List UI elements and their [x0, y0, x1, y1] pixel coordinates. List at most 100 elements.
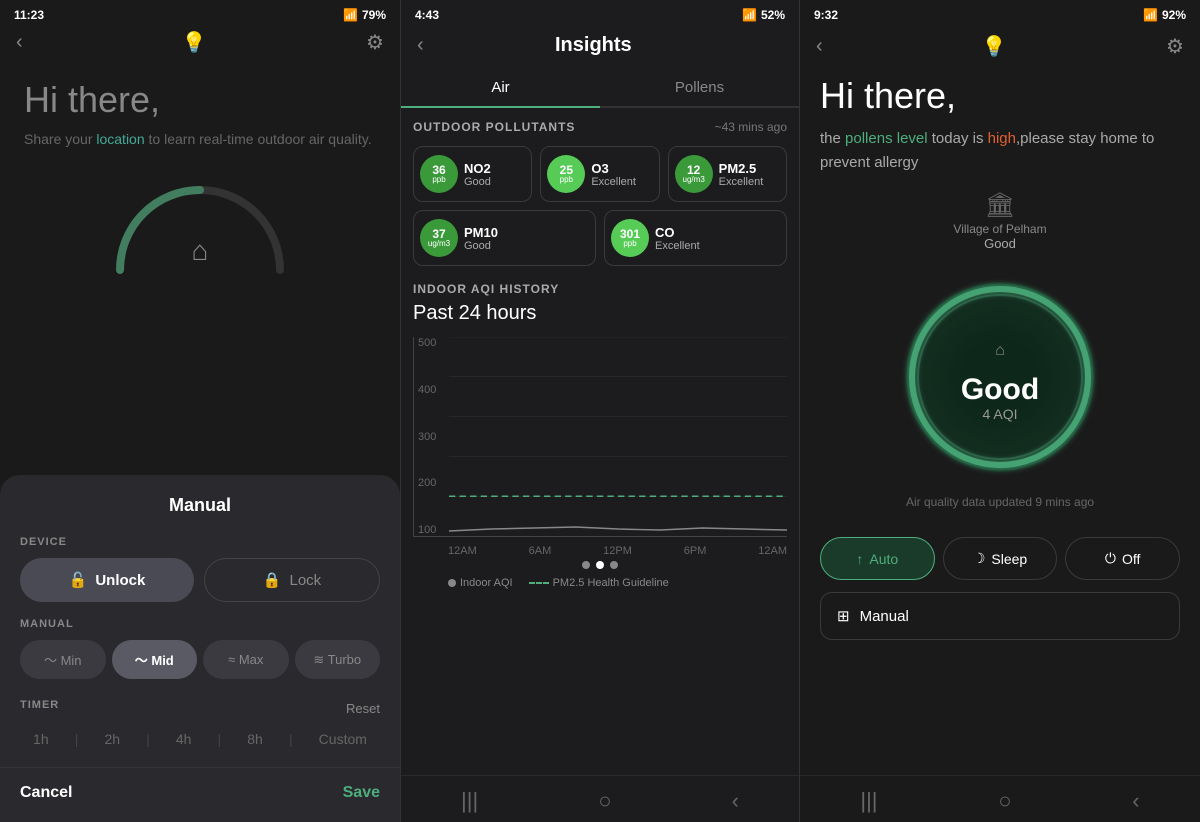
wifi-icon-3: 📶 [1143, 8, 1158, 22]
legend-indoor: Indoor AQI [448, 577, 513, 589]
arc-svg: ⌂ [100, 170, 300, 280]
cancel-button[interactable]: Cancel [20, 784, 72, 802]
nav-home-icon-2[interactable]: ○ [598, 788, 611, 814]
timer-2h[interactable]: 2h [104, 731, 120, 747]
chart-svg [449, 337, 787, 536]
manual-title: Manual [20, 495, 380, 516]
battery-1: 79% [362, 8, 386, 22]
chart-wrapper: 500 400 300 200 100 [413, 337, 787, 557]
chart-dots [413, 561, 787, 569]
lock-icon: 🔒 [263, 571, 282, 589]
circle-no2: 36 ppb [420, 155, 458, 193]
bulb-icon[interactable]: 💡 [182, 30, 207, 55]
dot-1 [582, 561, 590, 569]
tab-pollens[interactable]: Pollens [600, 69, 799, 106]
lock-button[interactable]: 🔒 Lock [204, 558, 380, 602]
bulb-icon-3[interactable]: 💡 [982, 34, 1007, 59]
svg-text:Good: Good [961, 373, 1039, 406]
panel-insights: 4:43 📶 52% ‹ Insights Air Pollens OUTDOO… [400, 0, 800, 822]
auto-icon: ↑ [856, 551, 863, 567]
manual-drawer: Manual DEVICE 🔓 Unlock 🔒 Lock MANUAL 〜 M… [0, 475, 400, 822]
time-2: 4:43 [415, 8, 439, 22]
nav-lines-icon-2[interactable]: ||| [461, 788, 478, 814]
circle-pm10: 37 ug/m3 [420, 219, 458, 257]
co-name: CO [655, 225, 700, 240]
back-icon-3[interactable]: ‹ [816, 35, 823, 58]
statusbar-1: 11:23 📶 79% [0, 0, 400, 26]
settings-icon[interactable]: ⚙ [366, 30, 384, 55]
x-6am: 6AM [529, 545, 552, 557]
pollutant-o3: 25 ppb O3 Excellent [540, 146, 659, 202]
dot-2 [596, 561, 604, 569]
settings-icon-3[interactable]: ⚙ [1166, 34, 1184, 59]
pollutant-pm10: 37 ug/m3 PM10 Good [413, 210, 596, 266]
x-12pm: 12PM [603, 545, 632, 557]
outdoor-time: ~43 mins ago [715, 120, 787, 134]
panel1-top-icons: ‹ 💡 ⚙ [0, 26, 400, 63]
speed-row: 〜 Min 〜 Mid ≈ Max ≋ Turbo [20, 640, 380, 679]
speed-turbo[interactable]: ≋ Turbo [295, 640, 381, 679]
nav-lines-icon-3[interactable]: ||| [860, 788, 877, 814]
statusbar-right-1: 📶 79% [343, 8, 386, 22]
co-status: Excellent [655, 240, 700, 252]
aqi-ring-svg: ⌂ Good 4 AQI [890, 267, 1110, 487]
battery-2: 52% [761, 8, 785, 22]
timer-1h[interactable]: 1h [33, 731, 49, 747]
o3-unit: ppb [560, 176, 573, 184]
save-button[interactable]: Save [343, 784, 380, 802]
power-icon: ⏻ [1105, 550, 1116, 567]
nav-bar-2: ||| ○ ‹ [401, 775, 799, 822]
x-12am2: 12AM [758, 545, 787, 557]
time-1: 11:23 [14, 8, 44, 22]
tab-air[interactable]: Air [401, 69, 600, 108]
location-link[interactable]: location [96, 131, 144, 147]
auto-mode-button[interactable]: ↑ Auto [820, 537, 935, 580]
p3-content: Hi there, the pollens level today is hig… [800, 63, 1200, 775]
speed-mid[interactable]: 〜 Mid [112, 640, 198, 679]
no2-unit: ppb [432, 176, 445, 184]
o3-status: Excellent [591, 176, 636, 188]
manual-icon: ⊞ [837, 607, 850, 625]
speed-max[interactable]: ≈ Max [203, 640, 289, 679]
off-mode-button[interactable]: ⏻ Off [1065, 537, 1180, 580]
sleep-icon: ☽ [973, 550, 986, 567]
sleep-mode-button[interactable]: ☽ Sleep [943, 537, 1058, 580]
outdoor-header: OUTDOOR POLLUTANTS ~43 mins ago [413, 120, 787, 134]
building-icon: 🏛 [985, 191, 1015, 220]
nav-back-icon-2[interactable]: ‹ [732, 788, 739, 814]
back-icon-2[interactable]: ‹ [417, 34, 424, 57]
pm10-status: Good [464, 240, 498, 252]
pm25-status: Excellent [719, 176, 764, 188]
chart-area [449, 337, 787, 536]
indoor-aqi-label: INDOOR AQI HISTORY [413, 282, 787, 296]
back-icon[interactable]: ‹ [16, 31, 23, 54]
speed-min[interactable]: 〜 Min [20, 640, 106, 679]
nav-home-icon-3[interactable]: ○ [998, 788, 1011, 814]
nav-back-icon-3[interactable]: ‹ [1132, 788, 1139, 814]
circle-pm25: 12 ug/m3 [675, 155, 713, 193]
sleep-label: Sleep [991, 551, 1027, 567]
aqi-ring: ⌂ Good 4 AQI [890, 267, 1110, 487]
legend-indoor-label: Indoor AQI [460, 577, 513, 589]
pm25-name: PM2.5 [719, 161, 764, 176]
y-400: 400 [418, 384, 436, 396]
pm10-unit: ug/m3 [428, 240, 450, 248]
manual-mode-label: Manual [860, 608, 909, 625]
wifi-icon: 📶 [343, 8, 358, 22]
timer-custom[interactable]: Custom [319, 731, 367, 747]
y-300: 300 [418, 431, 436, 443]
drawer-actions: Cancel Save [0, 767, 400, 822]
manual-mode-button[interactable]: ⊞ Manual [820, 592, 1180, 640]
timer-4h[interactable]: 4h [176, 731, 192, 747]
unlock-button[interactable]: 🔓 Unlock [20, 558, 194, 602]
svg-text:⌂: ⌂ [995, 342, 1005, 359]
location-name: Village of Pelham [953, 222, 1046, 236]
subtitle-pre: Share your [24, 131, 96, 147]
off-label: Off [1122, 551, 1140, 567]
nav-bar-3: ||| ○ ‹ [800, 775, 1200, 822]
timer-reset[interactable]: Reset [346, 701, 380, 716]
timer-8h[interactable]: 8h [247, 731, 263, 747]
statusbar-3: 9:32 📶 92% [800, 0, 1200, 26]
insights-title: Insights [424, 34, 763, 57]
auto-label: Auto [869, 551, 898, 567]
